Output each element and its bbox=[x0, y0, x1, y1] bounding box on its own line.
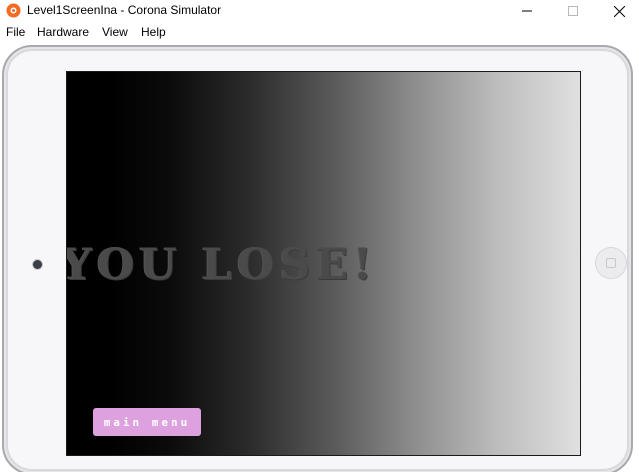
maximize-button[interactable] bbox=[550, 0, 596, 22]
home-button[interactable] bbox=[595, 247, 627, 279]
window-title: Level1ScreenIna - Corona Simulator bbox=[27, 3, 222, 17]
menu-view[interactable]: View bbox=[102, 25, 128, 39]
game-over-message: YOU LOSE! bbox=[66, 240, 378, 290]
main-menu-button[interactable]: main menu bbox=[93, 408, 201, 436]
game-screen[interactable]: YOU LOSE! main menu bbox=[66, 71, 581, 456]
close-icon bbox=[613, 5, 625, 17]
title-bar: Level1ScreenIna - Corona Simulator bbox=[0, 0, 639, 22]
maximize-icon bbox=[568, 6, 578, 16]
menu-file[interactable]: File bbox=[6, 25, 25, 39]
simulator-area: YOU LOSE! main menu bbox=[0, 42, 639, 472]
corona-app-icon bbox=[6, 3, 21, 18]
tablet-device-frame: YOU LOSE! main menu bbox=[2, 45, 633, 472]
menu-hardware[interactable]: Hardware bbox=[37, 25, 89, 39]
minimize-icon bbox=[522, 10, 532, 12]
menu-bar: File Hardware View Help bbox=[0, 22, 639, 42]
close-button[interactable] bbox=[596, 0, 639, 22]
home-button-icon bbox=[606, 258, 616, 268]
camera-icon bbox=[33, 260, 42, 269]
minimize-button[interactable] bbox=[504, 0, 550, 22]
menu-help[interactable]: Help bbox=[141, 25, 166, 39]
